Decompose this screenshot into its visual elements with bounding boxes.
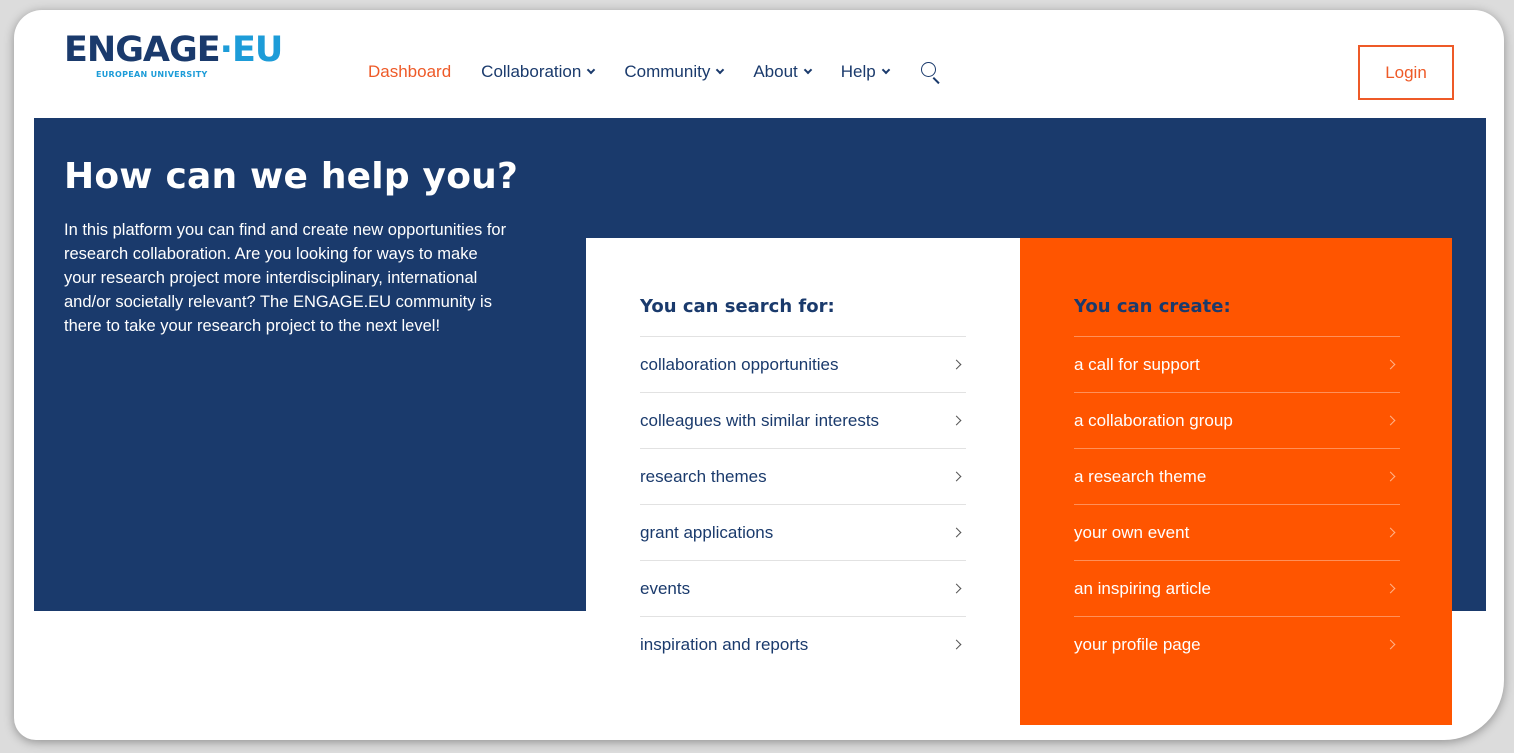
nav-community[interactable]: Community: [624, 62, 725, 82]
search-item-colleagues[interactable]: colleagues with similar interests: [640, 392, 966, 448]
chevron-right-icon: [1385, 639, 1396, 650]
engage-eu-logo[interactable]: ENGAGE·EU EUROPEAN UNIVERSITY: [64, 30, 283, 79]
main-nav: Dashboard Collaboration Community About …: [368, 60, 943, 84]
chevron-right-icon: [951, 471, 962, 482]
hero-title: How can we help you?: [64, 156, 519, 197]
search-item-collaboration-opportunities[interactable]: collaboration opportunities: [640, 336, 966, 392]
page-frame: ENGAGE·EU EUROPEAN UNIVERSITY Dashboard …: [14, 10, 1504, 740]
search-icon[interactable]: [919, 60, 943, 84]
hero-description: In this platform you can find and create…: [64, 221, 507, 335]
create-item-own-event[interactable]: your own event: [1074, 504, 1400, 560]
login-button[interactable]: Login: [1358, 45, 1454, 100]
chevron-right-icon: [1385, 527, 1396, 538]
create-card: You can create: a call for support a col…: [1020, 238, 1452, 725]
create-item-call-for-support[interactable]: a call for support: [1074, 336, 1400, 392]
chevron-right-icon: [951, 415, 962, 426]
nav-help[interactable]: Help: [841, 62, 890, 82]
chevron-right-icon: [1385, 415, 1396, 426]
nav-about[interactable]: About: [753, 62, 813, 82]
chevron-right-icon: [951, 527, 962, 538]
create-list: a call for support a collaboration group…: [1074, 336, 1400, 672]
chevron-down-icon: [803, 65, 813, 75]
nav-dashboard[interactable]: Dashboard: [368, 62, 451, 82]
chevron-down-icon: [587, 65, 596, 75]
chevron-right-icon: [1385, 583, 1396, 594]
chevron-right-icon: [1385, 359, 1396, 370]
chevron-down-icon: [716, 65, 725, 75]
chevron-right-icon: [951, 583, 962, 594]
logo-wordmark: ENGAGE·EU: [64, 30, 283, 70]
search-item-events[interactable]: events: [640, 560, 966, 616]
create-item-inspiring-article[interactable]: an inspiring article: [1074, 560, 1400, 616]
nav-collaboration[interactable]: Collaboration: [481, 62, 596, 82]
chevron-right-icon: [1385, 471, 1396, 482]
search-item-grant-applications[interactable]: grant applications: [640, 504, 966, 560]
create-card-title: You can create:: [1074, 296, 1231, 317]
search-card: You can search for: collaboration opport…: [586, 238, 1020, 725]
chevron-right-icon: [951, 639, 962, 650]
create-item-research-theme[interactable]: a research theme: [1074, 448, 1400, 504]
search-card-title: You can search for:: [640, 296, 835, 317]
search-item-inspiration-reports[interactable]: inspiration and reports: [640, 616, 966, 672]
create-item-profile-page[interactable]: your profile page: [1074, 616, 1400, 672]
site-header: ENGAGE·EU EUROPEAN UNIVERSITY Dashboard …: [34, 18, 1486, 118]
create-item-collaboration-group[interactable]: a collaboration group: [1074, 392, 1400, 448]
page-content: ENGAGE·EU EUROPEAN UNIVERSITY Dashboard …: [34, 18, 1486, 740]
chevron-down-icon: [881, 65, 890, 75]
chevron-right-icon: [951, 359, 962, 370]
search-list: collaboration opportunities colleagues w…: [640, 336, 966, 672]
logo-subtitle: EUROPEAN UNIVERSITY: [96, 70, 208, 79]
search-item-research-themes[interactable]: research themes: [640, 448, 966, 504]
